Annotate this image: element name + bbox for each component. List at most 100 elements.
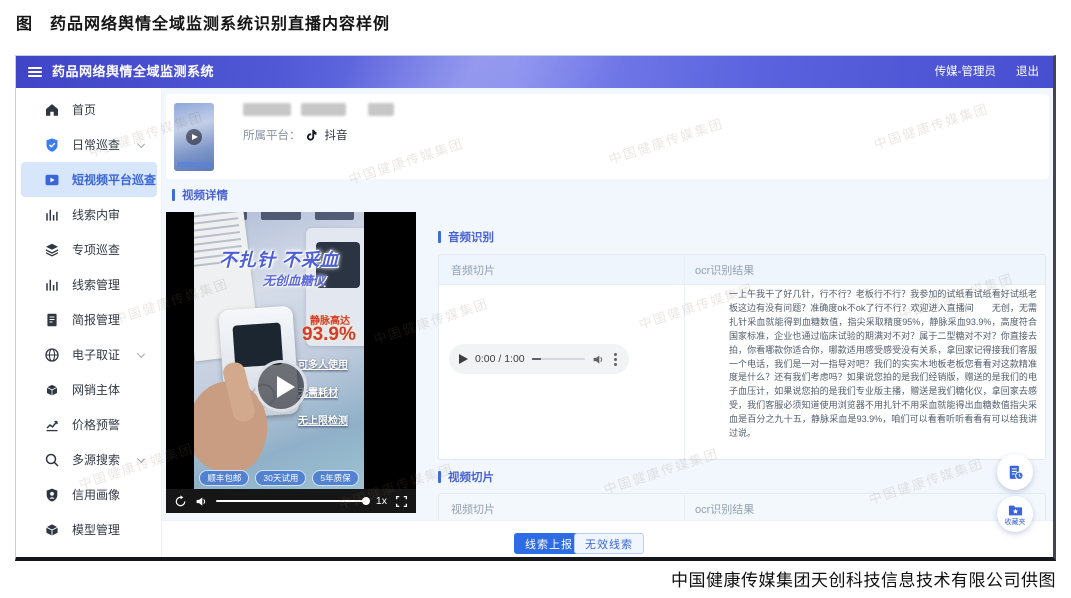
folder-star-icon xyxy=(1007,502,1024,519)
chevron-down-icon xyxy=(137,140,145,148)
user-role-label: 传媒-管理员 xyxy=(935,66,996,78)
column-audio-slice: 音频切片 xyxy=(439,255,684,284)
redacted-title-block xyxy=(301,103,346,116)
invalid-clue-button[interactable]: 无效线索 xyxy=(574,533,644,554)
figure-caption: 图 药品网络舆情全域监测系统识别直播内容样例 xyxy=(16,10,390,34)
layers-icon xyxy=(44,242,60,258)
logout-button[interactable]: 退出 xyxy=(1016,66,1039,78)
seek-bar[interactable] xyxy=(216,500,368,502)
main-content: 所属平台： 抖音 视频详情 不扎针 不采血 无创血糖仪 静脉高达 xyxy=(162,88,1053,557)
fullscreen-icon[interactable] xyxy=(395,495,408,508)
feature-item: 无上限检测 xyxy=(298,412,348,427)
sidebar-item-label: 信用画像 xyxy=(72,486,120,503)
video-thumbnail[interactable] xyxy=(174,103,214,171)
sidebar-item-label: 模型管理 xyxy=(72,521,120,538)
sidebar-item-7[interactable]: 简报管理 xyxy=(21,302,157,337)
promo-badge: 5年质保 xyxy=(312,470,358,486)
video-play-icon xyxy=(44,172,60,188)
sidebar-item-11[interactable]: 多源搜索 xyxy=(21,442,157,477)
sidebar-item-label: 专项巡查 xyxy=(72,241,120,258)
sidebar-item-4[interactable]: 线索内审 xyxy=(21,197,157,232)
audio-play-icon[interactable] xyxy=(459,354,468,364)
audio-menu-icon[interactable] xyxy=(612,351,619,368)
app-header: 药品网络舆情全域监测系统 传媒-管理员 退出 xyxy=(16,56,1053,88)
sidebar-item-label: 首页 xyxy=(72,101,96,118)
favorites-button[interactable]: 收藏夹 xyxy=(997,496,1033,532)
bottom-action-bar: 线索上报 无效线索 xyxy=(162,520,1053,557)
section-audio-recognition: 音频识别 xyxy=(438,229,494,245)
sidebar-item-12[interactable]: 信用画像 xyxy=(21,477,157,512)
accuracy-value: 93.9% xyxy=(302,324,356,346)
sidebar-nav: 首页日常巡查短视频平台巡查线索内审专项巡查线索管理简报管理电子取证网销主体价格预… xyxy=(16,88,162,557)
document-icon xyxy=(44,312,60,328)
search-icon xyxy=(44,452,60,468)
platform-row: 所属平台： 抖音 xyxy=(243,127,348,143)
video-player: 不扎针 不采血 无创血糖仪 静脉高达 93.9% 可多人使用 无需耗材 无上限检… xyxy=(166,212,416,513)
box-icon xyxy=(44,382,60,398)
sidebar-item-label: 价格预警 xyxy=(72,416,120,433)
sidebar-item-label: 简报管理 xyxy=(72,311,120,328)
sidebar-item-6[interactable]: 线索管理 xyxy=(21,267,157,302)
audio-table: 音频切片 ocr识别结果 0:00 / 1:00 一上午我干了好几针，行不行？老… xyxy=(438,254,1046,460)
audio-seek-bar[interactable] xyxy=(532,358,585,360)
promo-badges: 顺丰包邮 30天试用 5年质保 xyxy=(194,470,364,486)
sidebar-item-3[interactable]: 短视频平台巡查 xyxy=(21,162,157,197)
redacted-title-block xyxy=(243,103,291,116)
sidebar-item-1[interactable]: 首页 xyxy=(21,92,157,127)
sidebar-item-label: 线索内审 xyxy=(72,206,120,223)
redacted-title-block xyxy=(368,103,394,116)
sidebar-item-label: 多源搜索 xyxy=(72,451,120,468)
audio-volume-icon[interactable] xyxy=(592,353,605,366)
promo-badge: 顺丰包邮 xyxy=(199,470,249,486)
overlay-title: 不扎针 不采血 xyxy=(194,246,364,272)
page: 图 药品网络舆情全域监测系统识别直播内容样例 中国健康传媒集团中国健康传媒集团中… xyxy=(0,0,1071,598)
shield-check-icon xyxy=(44,137,60,153)
sidebar-item-13[interactable]: 模型管理 xyxy=(21,512,157,547)
report-export-button[interactable] xyxy=(997,454,1033,490)
replay-icon[interactable] xyxy=(174,495,187,508)
section-video-detail: 视频详情 xyxy=(172,187,228,203)
audio-time: 0:00 / 1:00 xyxy=(475,353,525,365)
volume-icon[interactable] xyxy=(195,495,208,508)
sidebar-item-9[interactable]: 网销主体 xyxy=(21,372,157,407)
sidebar-item-8[interactable]: 电子取证 xyxy=(21,337,157,372)
sidebar-item-label: 短视频平台巡查 xyxy=(72,171,156,188)
sidebar-item-2[interactable]: 日常巡查 xyxy=(21,127,157,162)
audio-table-header: 音频切片 ocr识别结果 xyxy=(439,255,1045,285)
chevron-down-icon xyxy=(137,350,145,358)
sidebar-item-10[interactable]: 价格预警 xyxy=(21,407,157,442)
play-button[interactable] xyxy=(255,360,307,412)
sidebar-item-5[interactable]: 专项巡查 xyxy=(21,232,157,267)
bar-chart-icon xyxy=(44,207,60,223)
cube-icon xyxy=(44,522,60,538)
overlay-subtitle: 无创血糖仪 xyxy=(224,270,364,289)
ocr-result-text: 一上午我干了好几针，行不行？老板行不行？我参加的试纸看试纸看好试纸老板这边有没有… xyxy=(729,288,1037,441)
bar-chart-icon xyxy=(44,277,60,293)
audio-player: 0:00 / 1:00 xyxy=(449,344,629,374)
app-title: 药品网络舆情全域监测系统 xyxy=(52,56,214,88)
favorites-label: 收藏夹 xyxy=(1005,519,1026,527)
sidebar-item-label: 网销主体 xyxy=(72,381,120,398)
video-frame: 不扎针 不采血 无创血糖仪 静脉高达 93.9% 可多人使用 无需耗材 无上限检… xyxy=(194,212,364,489)
douyin-icon xyxy=(306,128,320,142)
credit-badge-icon xyxy=(44,487,60,503)
feature-item: 可多人使用 xyxy=(298,356,348,371)
play-icon xyxy=(186,129,202,145)
menu-icon[interactable] xyxy=(28,67,42,77)
sidebar-item-label: 电子取证 xyxy=(72,346,120,363)
platform-name: 抖音 xyxy=(325,127,348,143)
column-ocr-result: ocr识别结果 xyxy=(684,255,1045,284)
playback-speed[interactable]: 1x xyxy=(376,495,387,507)
globe-icon xyxy=(44,347,60,363)
section-video-slice: 视频切片 xyxy=(438,469,494,485)
app-window: 中国健康传媒集团中国健康传媒集团中国健康传媒集团中国健康传媒集团中国健康传媒集团… xyxy=(15,55,1056,561)
player-controls: 1x xyxy=(166,489,416,513)
image-credit: 中国健康传媒集团天创科技信息技术有限公司供图 xyxy=(671,566,1056,591)
home-icon xyxy=(44,102,60,118)
feature-list: 可多人使用 无需耗材 无上限检测 xyxy=(298,356,348,440)
promo-badge: 30天试用 xyxy=(255,470,306,486)
sidebar-item-label: 线索管理 xyxy=(72,276,120,293)
trend-icon xyxy=(44,417,60,433)
document-clock-icon xyxy=(1007,464,1024,481)
sidebar-item-label: 日常巡查 xyxy=(72,136,120,153)
